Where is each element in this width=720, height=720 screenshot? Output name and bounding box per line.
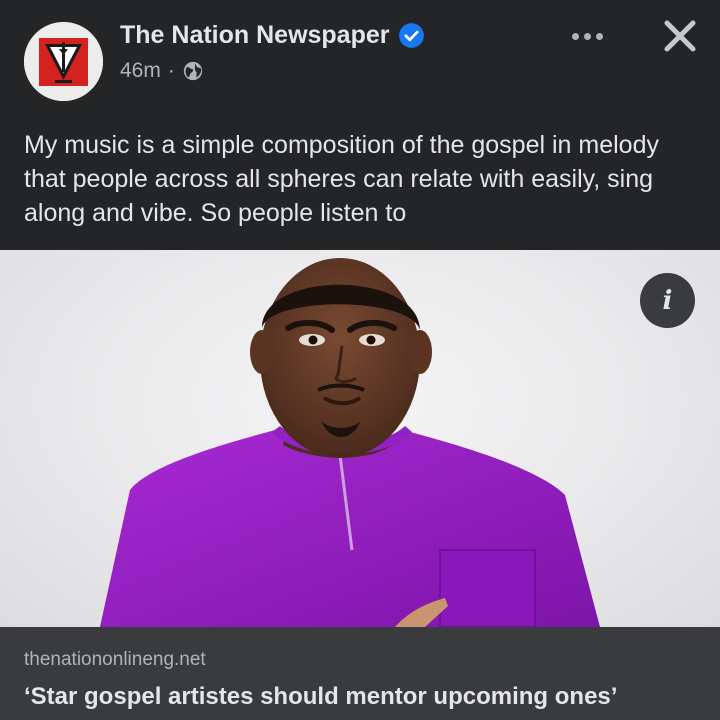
more-options-dot — [583, 32, 591, 40]
post-meta: 46m · — [120, 59, 204, 83]
page-name-text[interactable]: The Nation Newspaper — [120, 21, 390, 50]
post-header: The Nation Newspaper 46m · — [0, 0, 720, 110]
info-button[interactable]: i — [640, 273, 695, 328]
post-text: My music is a simple composition of the … — [24, 131, 659, 227]
globe-icon — [183, 61, 203, 81]
page-avatar[interactable] — [24, 22, 103, 101]
link-title[interactable]: ‘Star gospel artistes should mentor upco… — [24, 683, 617, 711]
more-options-dot — [595, 32, 603, 40]
verified-badge-icon — [398, 23, 424, 48]
more-options-dot — [571, 32, 579, 40]
post-timestamp[interactable]: 46m — [120, 59, 161, 83]
page-name[interactable]: The Nation Newspaper — [120, 21, 425, 50]
man-portrait-image — [100, 258, 600, 627]
close-icon[interactable] — [658, 14, 702, 58]
more-options-button[interactable] — [562, 20, 612, 52]
info-icon: i — [662, 285, 673, 316]
meta-separator: · — [167, 59, 175, 82]
the-nation-logo — [24, 22, 103, 101]
link-domain: thenationonlineng.net — [24, 649, 206, 670]
post-photo[interactable] — [0, 250, 720, 627]
link-preview-card[interactable]: thenationonlineng.net ‘Star gospel artis… — [0, 627, 720, 720]
